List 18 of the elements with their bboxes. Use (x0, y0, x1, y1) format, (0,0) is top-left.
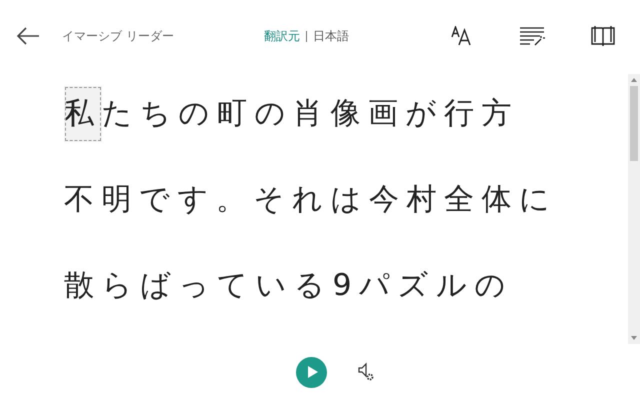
reading-text[interactable]: 不明です。それは今村全体に (64, 172, 558, 228)
play-button[interactable] (296, 356, 326, 388)
scrollbar[interactable] (628, 74, 640, 344)
scroll-thumb[interactable] (630, 86, 638, 161)
app-title: イマーシブ リーダー (62, 28, 175, 44)
text-options-icon[interactable] (519, 26, 545, 46)
text-size-icon[interactable] (451, 26, 473, 46)
highlighted-word[interactable]: 私 (64, 86, 102, 142)
book-icon[interactable] (591, 25, 615, 47)
play-icon (306, 365, 318, 379)
back-icon[interactable] (16, 26, 42, 46)
translate-from-link[interactable]: 翻訳元 (264, 28, 300, 44)
scroll-down-icon[interactable] (629, 334, 639, 342)
language-label: 日本語 (313, 28, 349, 44)
scroll-up-icon[interactable] (629, 76, 639, 84)
reading-text[interactable]: たちの町の肖像画が行方 (102, 86, 519, 142)
voice-settings-icon[interactable] (356, 362, 374, 382)
reading-text[interactable]: 散らばっている9パズルの (64, 258, 514, 314)
